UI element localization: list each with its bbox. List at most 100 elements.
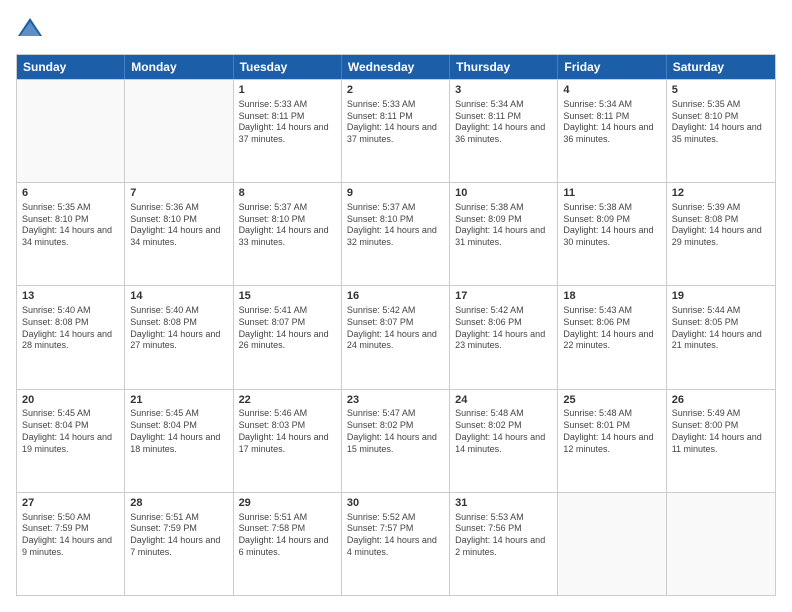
day-content: Sunrise: 5:46 AM Sunset: 8:03 PM Dayligh… xyxy=(239,408,336,455)
day-number: 14 xyxy=(130,289,227,304)
day-number: 10 xyxy=(455,186,552,201)
calendar-cell: 10Sunrise: 5:38 AM Sunset: 8:09 PM Dayli… xyxy=(450,183,558,285)
day-header-tuesday: Tuesday xyxy=(234,55,342,79)
day-number: 11 xyxy=(563,186,660,201)
day-number: 3 xyxy=(455,83,552,98)
calendar: SundayMondayTuesdayWednesdayThursdayFrid… xyxy=(16,54,776,596)
calendar-cell: 22Sunrise: 5:46 AM Sunset: 8:03 PM Dayli… xyxy=(234,390,342,492)
day-content: Sunrise: 5:40 AM Sunset: 8:08 PM Dayligh… xyxy=(22,305,119,352)
day-content: Sunrise: 5:52 AM Sunset: 7:57 PM Dayligh… xyxy=(347,512,444,559)
day-number: 7 xyxy=(130,186,227,201)
logo xyxy=(16,16,48,44)
day-number: 6 xyxy=(22,186,119,201)
page: SundayMondayTuesdayWednesdayThursdayFrid… xyxy=(0,0,792,612)
day-number: 13 xyxy=(22,289,119,304)
day-number: 17 xyxy=(455,289,552,304)
day-content: Sunrise: 5:34 AM Sunset: 8:11 PM Dayligh… xyxy=(455,99,552,146)
day-number: 2 xyxy=(347,83,444,98)
calendar-cell: 20Sunrise: 5:45 AM Sunset: 8:04 PM Dayli… xyxy=(17,390,125,492)
calendar-cell: 28Sunrise: 5:51 AM Sunset: 7:59 PM Dayli… xyxy=(125,493,233,595)
calendar-cell xyxy=(558,493,666,595)
calendar-header: SundayMondayTuesdayWednesdayThursdayFrid… xyxy=(17,55,775,79)
calendar-week-3: 13Sunrise: 5:40 AM Sunset: 8:08 PM Dayli… xyxy=(17,285,775,388)
calendar-cell: 24Sunrise: 5:48 AM Sunset: 8:02 PM Dayli… xyxy=(450,390,558,492)
day-number: 18 xyxy=(563,289,660,304)
day-content: Sunrise: 5:45 AM Sunset: 8:04 PM Dayligh… xyxy=(22,408,119,455)
day-content: Sunrise: 5:43 AM Sunset: 8:06 PM Dayligh… xyxy=(563,305,660,352)
day-content: Sunrise: 5:51 AM Sunset: 7:58 PM Dayligh… xyxy=(239,512,336,559)
logo-icon xyxy=(16,16,44,44)
day-content: Sunrise: 5:35 AM Sunset: 8:10 PM Dayligh… xyxy=(22,202,119,249)
day-content: Sunrise: 5:37 AM Sunset: 8:10 PM Dayligh… xyxy=(347,202,444,249)
day-content: Sunrise: 5:41 AM Sunset: 8:07 PM Dayligh… xyxy=(239,305,336,352)
calendar-cell: 17Sunrise: 5:42 AM Sunset: 8:06 PM Dayli… xyxy=(450,286,558,388)
day-content: Sunrise: 5:38 AM Sunset: 8:09 PM Dayligh… xyxy=(563,202,660,249)
day-content: Sunrise: 5:33 AM Sunset: 8:11 PM Dayligh… xyxy=(239,99,336,146)
day-number: 20 xyxy=(22,393,119,408)
day-content: Sunrise: 5:38 AM Sunset: 8:09 PM Dayligh… xyxy=(455,202,552,249)
day-content: Sunrise: 5:48 AM Sunset: 8:02 PM Dayligh… xyxy=(455,408,552,455)
day-content: Sunrise: 5:35 AM Sunset: 8:10 PM Dayligh… xyxy=(672,99,770,146)
calendar-body: 1Sunrise: 5:33 AM Sunset: 8:11 PM Daylig… xyxy=(17,79,775,595)
day-header-wednesday: Wednesday xyxy=(342,55,450,79)
calendar-cell: 7Sunrise: 5:36 AM Sunset: 8:10 PM Daylig… xyxy=(125,183,233,285)
calendar-cell: 1Sunrise: 5:33 AM Sunset: 8:11 PM Daylig… xyxy=(234,80,342,182)
day-number: 28 xyxy=(130,496,227,511)
day-number: 25 xyxy=(563,393,660,408)
day-content: Sunrise: 5:37 AM Sunset: 8:10 PM Dayligh… xyxy=(239,202,336,249)
day-header-thursday: Thursday xyxy=(450,55,558,79)
calendar-week-5: 27Sunrise: 5:50 AM Sunset: 7:59 PM Dayli… xyxy=(17,492,775,595)
day-header-friday: Friday xyxy=(558,55,666,79)
day-content: Sunrise: 5:50 AM Sunset: 7:59 PM Dayligh… xyxy=(22,512,119,559)
day-number: 23 xyxy=(347,393,444,408)
day-number: 15 xyxy=(239,289,336,304)
day-content: Sunrise: 5:34 AM Sunset: 8:11 PM Dayligh… xyxy=(563,99,660,146)
day-header-saturday: Saturday xyxy=(667,55,775,79)
day-content: Sunrise: 5:42 AM Sunset: 8:06 PM Dayligh… xyxy=(455,305,552,352)
day-number: 19 xyxy=(672,289,770,304)
calendar-cell: 12Sunrise: 5:39 AM Sunset: 8:08 PM Dayli… xyxy=(667,183,775,285)
day-number: 31 xyxy=(455,496,552,511)
day-number: 29 xyxy=(239,496,336,511)
calendar-cell: 15Sunrise: 5:41 AM Sunset: 8:07 PM Dayli… xyxy=(234,286,342,388)
calendar-cell: 18Sunrise: 5:43 AM Sunset: 8:06 PM Dayli… xyxy=(558,286,666,388)
day-number: 22 xyxy=(239,393,336,408)
calendar-cell: 26Sunrise: 5:49 AM Sunset: 8:00 PM Dayli… xyxy=(667,390,775,492)
calendar-cell: 11Sunrise: 5:38 AM Sunset: 8:09 PM Dayli… xyxy=(558,183,666,285)
calendar-cell: 9Sunrise: 5:37 AM Sunset: 8:10 PM Daylig… xyxy=(342,183,450,285)
calendar-cell: 4Sunrise: 5:34 AM Sunset: 8:11 PM Daylig… xyxy=(558,80,666,182)
day-content: Sunrise: 5:39 AM Sunset: 8:08 PM Dayligh… xyxy=(672,202,770,249)
day-content: Sunrise: 5:48 AM Sunset: 8:01 PM Dayligh… xyxy=(563,408,660,455)
calendar-cell: 25Sunrise: 5:48 AM Sunset: 8:01 PM Dayli… xyxy=(558,390,666,492)
calendar-week-4: 20Sunrise: 5:45 AM Sunset: 8:04 PM Dayli… xyxy=(17,389,775,492)
day-number: 30 xyxy=(347,496,444,511)
calendar-cell: 2Sunrise: 5:33 AM Sunset: 8:11 PM Daylig… xyxy=(342,80,450,182)
calendar-week-1: 1Sunrise: 5:33 AM Sunset: 8:11 PM Daylig… xyxy=(17,79,775,182)
day-content: Sunrise: 5:53 AM Sunset: 7:56 PM Dayligh… xyxy=(455,512,552,559)
day-content: Sunrise: 5:36 AM Sunset: 8:10 PM Dayligh… xyxy=(130,202,227,249)
calendar-cell: 23Sunrise: 5:47 AM Sunset: 8:02 PM Dayli… xyxy=(342,390,450,492)
calendar-cell: 30Sunrise: 5:52 AM Sunset: 7:57 PM Dayli… xyxy=(342,493,450,595)
calendar-cell: 6Sunrise: 5:35 AM Sunset: 8:10 PM Daylig… xyxy=(17,183,125,285)
calendar-cell: 13Sunrise: 5:40 AM Sunset: 8:08 PM Dayli… xyxy=(17,286,125,388)
calendar-week-2: 6Sunrise: 5:35 AM Sunset: 8:10 PM Daylig… xyxy=(17,182,775,285)
calendar-cell: 16Sunrise: 5:42 AM Sunset: 8:07 PM Dayli… xyxy=(342,286,450,388)
day-number: 12 xyxy=(672,186,770,201)
day-content: Sunrise: 5:44 AM Sunset: 8:05 PM Dayligh… xyxy=(672,305,770,352)
calendar-cell: 29Sunrise: 5:51 AM Sunset: 7:58 PM Dayli… xyxy=(234,493,342,595)
day-header-monday: Monday xyxy=(125,55,233,79)
day-content: Sunrise: 5:45 AM Sunset: 8:04 PM Dayligh… xyxy=(130,408,227,455)
header xyxy=(16,16,776,44)
calendar-cell: 19Sunrise: 5:44 AM Sunset: 8:05 PM Dayli… xyxy=(667,286,775,388)
day-number: 4 xyxy=(563,83,660,98)
day-number: 21 xyxy=(130,393,227,408)
day-content: Sunrise: 5:33 AM Sunset: 8:11 PM Dayligh… xyxy=(347,99,444,146)
day-content: Sunrise: 5:49 AM Sunset: 8:00 PM Dayligh… xyxy=(672,408,770,455)
day-number: 1 xyxy=(239,83,336,98)
calendar-cell: 21Sunrise: 5:45 AM Sunset: 8:04 PM Dayli… xyxy=(125,390,233,492)
day-number: 16 xyxy=(347,289,444,304)
calendar-cell xyxy=(667,493,775,595)
day-content: Sunrise: 5:47 AM Sunset: 8:02 PM Dayligh… xyxy=(347,408,444,455)
day-content: Sunrise: 5:42 AM Sunset: 8:07 PM Dayligh… xyxy=(347,305,444,352)
day-number: 5 xyxy=(672,83,770,98)
